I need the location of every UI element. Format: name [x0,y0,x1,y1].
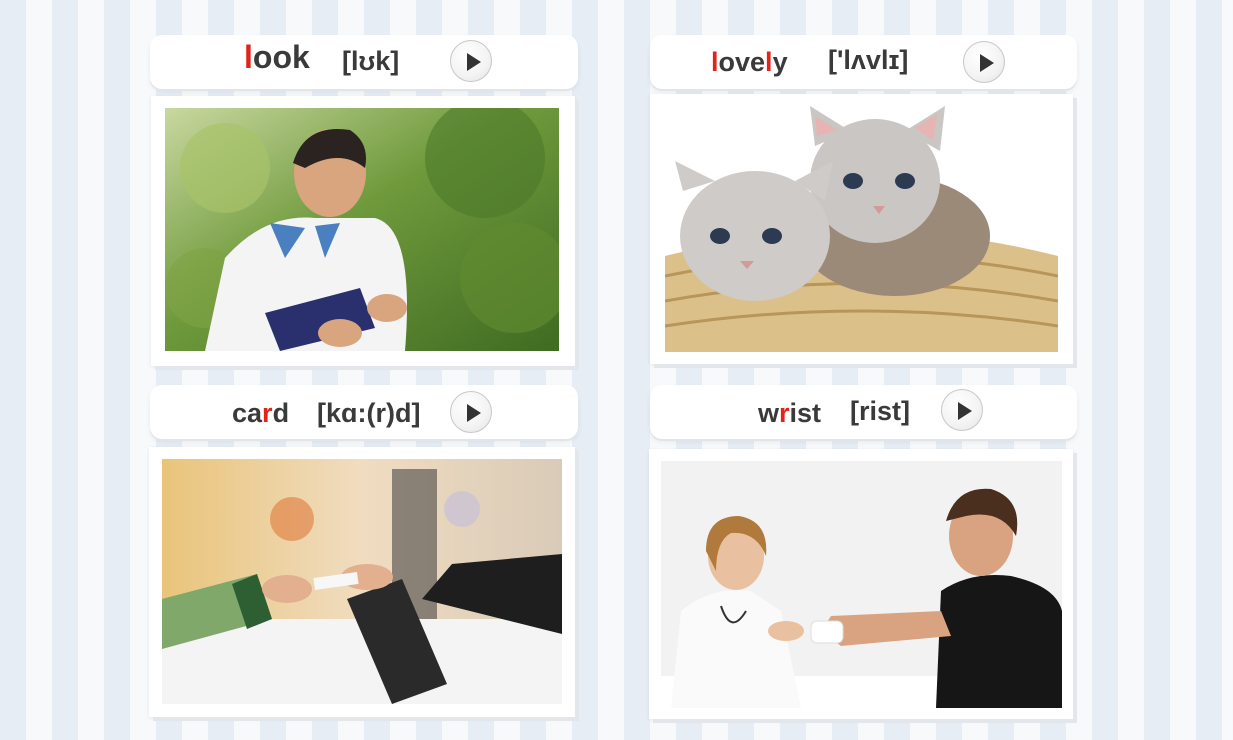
word-letters: ca [232,398,263,428]
phonetic-look: [lʊk] [342,46,400,76]
image-card-lovely [650,94,1073,364]
word-letter-highlight: l [765,47,773,77]
photo-doctor-bandaging-wrist [661,461,1062,708]
word-letters: y [772,47,788,77]
word-bar-wrist: wrist [rist] [650,385,1077,439]
word-bar-card: card [kɑ:(r)d] [150,385,578,439]
word-bar-look: look [lʊk] [150,35,578,89]
word-card: card [232,398,289,429]
play-icon [980,54,994,72]
word-letters: ook [252,39,310,75]
image-card-card [149,447,575,717]
word-letter-highlight: l [244,39,253,75]
photo-man-reading-book [165,108,559,351]
photo-kittens-in-basket [665,106,1058,352]
play-button-card[interactable] [450,391,492,433]
word-letters: ist [789,398,822,428]
image-card-wrist [649,449,1073,719]
play-icon [958,402,972,420]
word-letters: d [272,398,290,428]
image-card-look [151,96,575,366]
word-letters: ove [718,47,766,77]
word-letter-highlight: r [262,398,273,428]
phonetic-card: [kɑ:(r)d] [317,398,421,428]
word-letter-highlight: r [779,398,790,428]
play-button-look[interactable] [450,40,492,82]
phonetic-lovely: ['lʌvlɪ] [828,45,909,75]
word-letter-highlight: l [711,47,719,77]
photo-hands-passing-card [162,459,562,704]
word-look: look [244,39,310,76]
word-bar-lovely: lovely ['lʌvlɪ] [650,35,1077,89]
word-letters: w [758,398,780,428]
play-icon [467,404,481,422]
play-icon [467,53,481,71]
word-wrist: wrist [758,398,821,429]
phonetic-wrist: [rist] [850,396,910,426]
word-lovely: lovely [711,47,788,78]
play-button-wrist[interactable] [941,389,983,431]
play-button-lovely[interactable] [963,41,1005,83]
